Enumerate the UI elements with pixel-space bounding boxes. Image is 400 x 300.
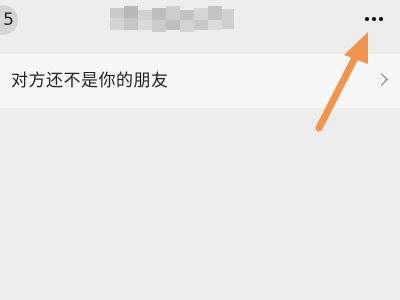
annotation-arrow-icon [315, 32, 368, 132]
more-options-button[interactable] [360, 8, 388, 30]
more-dots-icon [365, 17, 369, 21]
nav-bar: 5 [0, 0, 400, 42]
not-friend-notice-text: 对方还不是你的朋友 [11, 71, 169, 91]
chevron-right-icon [375, 73, 388, 86]
blurred-chat-title [110, 6, 246, 32]
not-friend-notice-row[interactable]: 对方还不是你的朋友 [0, 54, 400, 108]
back-button[interactable]: 5 [0, 5, 18, 35]
more-dots-icon [379, 17, 383, 21]
more-dots-icon [372, 17, 376, 21]
